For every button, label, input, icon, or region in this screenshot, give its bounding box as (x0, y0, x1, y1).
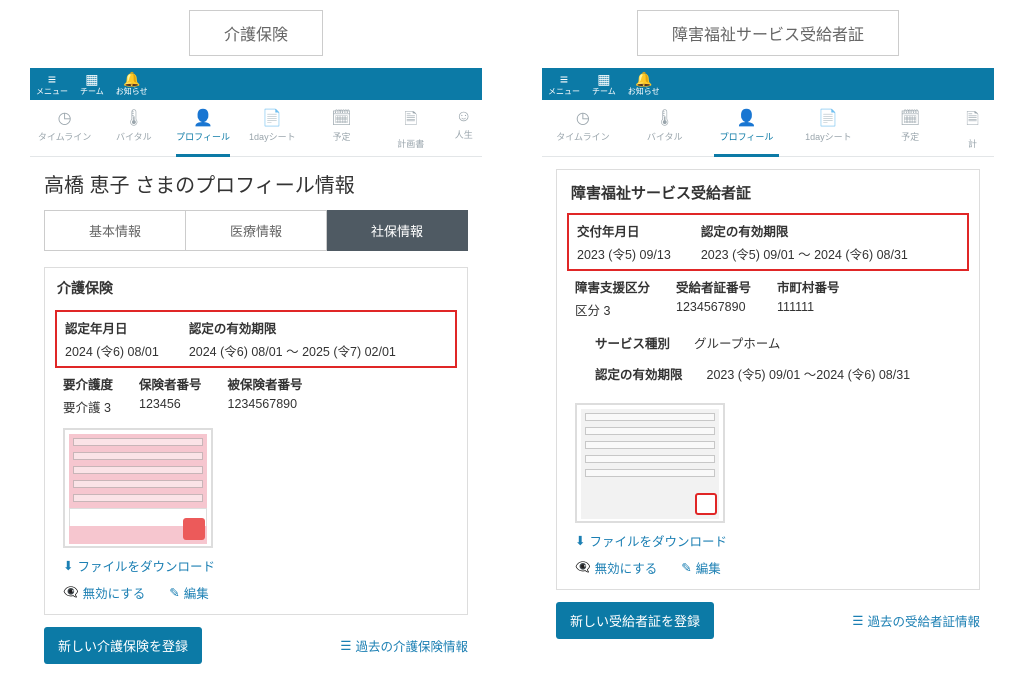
insured-no-label: 被保険者番号 (228, 374, 303, 393)
insured-no-value: 1234567890 (228, 397, 303, 411)
tab-life[interactable]: ☺ 人生 (445, 104, 482, 156)
calendar-icon: 🗓 (871, 108, 949, 128)
download-link[interactable]: ⬇ ファイルをダウンロード (63, 556, 215, 575)
register-button[interactable]: 新しい介護保険を登録 (44, 627, 202, 664)
thermometer-icon: 🌡 (626, 108, 704, 128)
thermometer-icon: 🌡 (101, 108, 166, 128)
support-cat-value: 区分 3 (575, 300, 650, 319)
history-link[interactable]: ☰ 過去の介護保険情報 (340, 636, 468, 655)
recipient-card: 障害福祉サービス受給者証 交付年月日 2023 (令5) 09/13 認定の有効… (556, 169, 980, 590)
menu-icon: ≡ (36, 72, 68, 86)
tab-plan[interactable]: 🗎 計 (951, 104, 994, 156)
valid-period-label: 認定の有効期限 (189, 318, 396, 337)
subtabs: 基本情報 医療情報 社保情報 (44, 210, 468, 251)
cert-date-value: 2024 (令6) 08/01 (65, 341, 159, 360)
support-cat-label: 障害支援区分 (575, 277, 650, 296)
user-icon: 👤 (708, 108, 786, 128)
eye-off-icon: 👁‍🗨 (575, 560, 591, 575)
care-level-value: 要介護 3 (63, 397, 113, 416)
tab-oneday[interactable]: 📄 1dayシート (238, 104, 307, 156)
clock-icon: ◷ (544, 108, 622, 128)
tab-plan[interactable]: 🗎 計画書 (376, 104, 445, 156)
notice-button[interactable]: 🔔 お知らせ (116, 72, 148, 97)
menu-button[interactable]: ≡ メニュー (548, 72, 580, 97)
disable-action[interactable]: 👁‍🗨 無効にする (575, 558, 657, 577)
history-link[interactable]: ☰ 過去の受給者証情報 (852, 611, 980, 630)
grid-icon: ▦ (80, 72, 104, 86)
city-no-label: 市町村番号 (777, 277, 840, 296)
insurer-no-label: 保険者番号 (139, 374, 202, 393)
calendar-icon: 🗓 (309, 108, 374, 128)
grid-icon: ▦ (592, 72, 616, 86)
download-icon: ⬇ (575, 533, 585, 548)
topbar-right: ≡ メニュー ▦ チーム 🔔 お知らせ (542, 68, 994, 100)
valid-period-value: 2023 (令5) 09/01 ～ 2024 (令6) 08/31 (701, 244, 908, 263)
sheet-icon: 📄 (240, 108, 305, 128)
download-icon: ⬇ (63, 558, 73, 573)
highlight-box: 交付年月日 2023 (令5) 09/13 認定の有効期限 2023 (令5) … (567, 213, 969, 271)
card-title: 介護保険 (45, 268, 467, 302)
plan-icon: 🗎 (378, 108, 443, 135)
service-type-value: グループホーム (694, 333, 780, 352)
tab-timeline[interactable]: ◷ タイムライン (30, 104, 99, 156)
tabbar: ◷ タイムライン 🌡 バイタル 👤 プロフィール 📄 1dayシート 🗓 予定 … (30, 100, 482, 157)
download-link[interactable]: ⬇ ファイルをダウンロード (575, 531, 727, 550)
cert-date-label: 認定年月日 (65, 318, 159, 337)
tab-schedule[interactable]: 🗓 予定 (869, 104, 951, 156)
clock-icon: ◷ (32, 108, 97, 128)
life-icon: ☺ (447, 108, 480, 126)
page-title: 高橋 恵子 さまのプロフィール情報 (44, 169, 468, 198)
team-button[interactable]: ▦ チーム (80, 72, 104, 97)
tab-vital[interactable]: 🌡 バイタル (99, 104, 168, 156)
certificate-thumbnail[interactable] (575, 403, 725, 523)
tab-vital[interactable]: 🌡 バイタル (624, 104, 706, 156)
bell-icon: 🔔 (116, 72, 148, 86)
service-type-label: サービス種別 (595, 333, 670, 352)
list-icon: ☰ (852, 613, 863, 628)
topbar: ≡ メニュー ▦ チーム 🔔 お知らせ (30, 68, 482, 100)
menu-icon: ≡ (548, 72, 580, 86)
panel-title-right: 障害福祉サービス受給者証 (637, 10, 899, 56)
pencil-icon: ✎ (169, 585, 179, 600)
subtab-medical[interactable]: 医療情報 (186, 210, 327, 251)
city-no-value: 111111 (777, 300, 840, 314)
service-period-value: 2023 (令5) 09/01 ～2024 (令6) 08/31 (707, 364, 911, 383)
tab-profile[interactable]: 👤 プロフィール (168, 104, 237, 156)
card-title: 障害福祉サービス受給者証 (557, 170, 979, 205)
tab-timeline[interactable]: ◷ タイムライン (542, 104, 624, 156)
service-period-label: 認定の有効期限 (595, 364, 683, 383)
user-icon: 👤 (170, 108, 235, 128)
valid-period-label: 認定の有効期限 (701, 221, 908, 240)
highlight-box: 認定年月日 2024 (令6) 08/01 認定の有効期限 2024 (令6) … (55, 310, 457, 368)
edit-action[interactable]: ✎ 編集 (681, 558, 721, 577)
care-level-label: 要介護度 (63, 374, 113, 393)
certificate-thumbnail[interactable] (63, 428, 213, 548)
menu-button[interactable]: ≡ メニュー (36, 72, 68, 97)
subtab-social[interactable]: 社保情報 (327, 210, 468, 251)
eye-off-icon: 👁‍🗨 (63, 585, 79, 600)
edit-action[interactable]: ✎ 編集 (169, 583, 209, 602)
notice-button[interactable]: 🔔 お知らせ (628, 72, 660, 97)
cert-no-value: 1234567890 (676, 300, 751, 314)
valid-period-value: 2024 (令6) 08/01 ～ 2025 (令7) 02/01 (189, 341, 396, 360)
sheet-icon: 📄 (789, 108, 867, 128)
issue-date-label: 交付年月日 (577, 221, 671, 240)
bell-icon: 🔔 (628, 72, 660, 86)
panel-title-left: 介護保険 (189, 10, 323, 56)
plan-icon: 🗎 (953, 108, 992, 135)
insurance-card: 介護保険 認定年月日 2024 (令6) 08/01 認定の有効期限 2024 … (44, 267, 468, 615)
issue-date-value: 2023 (令5) 09/13 (577, 244, 671, 263)
insurer-no-value: 123456 (139, 397, 202, 411)
register-button[interactable]: 新しい受給者証を登録 (556, 602, 714, 639)
subtab-basic[interactable]: 基本情報 (44, 210, 186, 251)
tab-oneday[interactable]: 📄 1dayシート (787, 104, 869, 156)
team-button[interactable]: ▦ チーム (592, 72, 616, 97)
disable-action[interactable]: 👁‍🗨 無効にする (63, 583, 145, 602)
tab-profile[interactable]: 👤 プロフィール (706, 104, 788, 156)
cert-no-label: 受給者証番号 (676, 277, 751, 296)
tabbar-right: ◷ タイムライン 🌡 バイタル 👤 プロフィール 📄 1dayシート 🗓 予定 … (542, 100, 994, 157)
pencil-icon: ✎ (681, 560, 691, 575)
tab-schedule[interactable]: 🗓 予定 (307, 104, 376, 156)
